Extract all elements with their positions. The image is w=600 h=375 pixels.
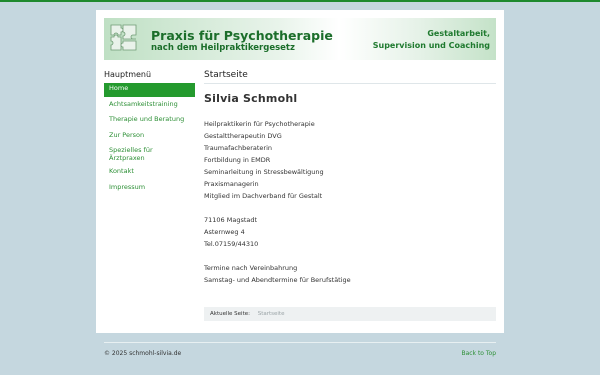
header-banner: Praxis für Psychotherapie nach dem Heilp… [104, 18, 496, 60]
qualification-line: Praxismanagerin [204, 180, 259, 188]
page-heading: Silvia Schmohl [204, 92, 298, 105]
main-menu-heading: Hauptmenü [104, 70, 152, 79]
main-content: Heilpraktikerin für Psychotherapie Gesta… [204, 118, 496, 286]
breadcrumb-label: Aktuelle Seite: [210, 311, 250, 317]
qualification-line: Heilpraktikerin für Psychotherapie [204, 120, 315, 128]
puzzle-logo-icon [110, 24, 137, 51]
address-line: Asternweg 4 [204, 228, 245, 236]
phone-line: Tel.07159/44310 [204, 240, 259, 248]
back-to-top-link[interactable]: Back to Top [461, 350, 496, 357]
breadcrumb: Aktuelle Seite: Startseite [204, 307, 496, 321]
menu-item-zur-person[interactable]: Zur Person [104, 130, 195, 144]
tagline-line-1: Gestaltarbeit, [427, 29, 490, 38]
breadcrumb-current: Startseite [257, 311, 285, 317]
site-title: Praxis für Psychotherapie [151, 28, 333, 43]
appointment-line: Samstag- und Abendtermine für Berufstäti… [204, 276, 351, 284]
qualification-line: Fortbildung in EMDR [204, 156, 271, 164]
page-container: Praxis für Psychotherapie nach dem Heilp… [96, 10, 504, 333]
main-menu: Home Achtsamkeitstraining Therapie und B… [104, 83, 195, 197]
menu-item-therapie-und-beratung[interactable]: Therapie und Beratung [104, 114, 195, 128]
section-title: Startseite [204, 70, 248, 80]
site-tagline: Gestaltarbeit, Supervision und Coaching [373, 28, 490, 52]
footer-divider [104, 342, 496, 343]
tagline-line-2: Supervision und Coaching [372, 41, 490, 50]
menu-item-kontakt[interactable]: Kontakt [104, 166, 195, 180]
site-subtitle: nach dem Heilpraktikergesetz [151, 43, 295, 53]
qualification-line: Gestalttherapeutin DVG [204, 132, 282, 140]
menu-item-home[interactable]: Home [104, 83, 195, 97]
qualification-line: Mitglied im Dachverband für Gestalt [204, 192, 323, 200]
top-accent-line [0, 0, 600, 2]
qualification-line: Traumafachberaterin [204, 144, 272, 152]
section-divider [204, 83, 496, 84]
address-line: 71106 Magstadt [204, 216, 258, 224]
menu-item-spezielles-fuer-aerztpraxen[interactable]: Spezielles für Ärztpraxen [104, 145, 195, 164]
menu-item-impressum[interactable]: Impressum [104, 182, 195, 196]
menu-item-achtsamkeitstraining[interactable]: Achtsamkeitstraining [104, 99, 195, 113]
qualification-line: Seminarleitung in Stressbewältigung [204, 168, 324, 176]
appointment-line: Termine nach Vereinbahrung [204, 264, 298, 272]
copyright-text: © 2025 schmohl-silvia.de [104, 350, 182, 357]
